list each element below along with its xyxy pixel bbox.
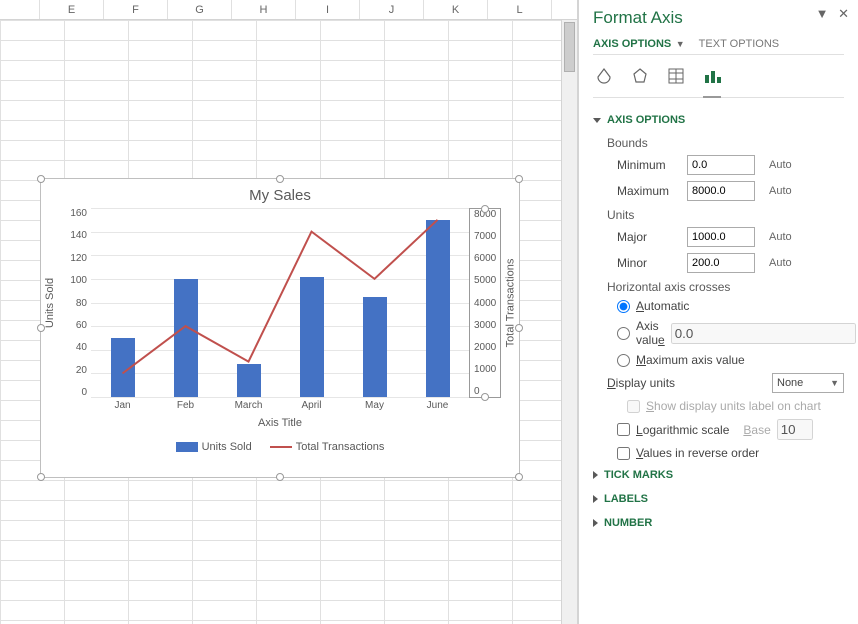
resize-handle[interactable]: [276, 175, 284, 183]
chevron-down-icon: ▼: [830, 378, 839, 388]
reverse-order-checkbox[interactable]: [617, 447, 630, 460]
minimum-label: Minimum: [617, 158, 679, 172]
bar-swatch-icon: [176, 442, 198, 452]
bounds-label: Bounds: [593, 132, 844, 152]
col-header[interactable]: I: [296, 0, 360, 19]
col-header[interactable]: F: [104, 0, 168, 19]
col-header[interactable]: L: [488, 0, 552, 19]
section-number[interactable]: NUMBER: [593, 511, 844, 535]
chart-legend[interactable]: Units Sold Total Transactions: [41, 435, 519, 453]
minor-label: Minor: [617, 256, 679, 270]
x-axis-title[interactable]: Axis Title: [41, 411, 519, 435]
resize-handle[interactable]: [515, 175, 523, 183]
hac-axis-value-radio[interactable]: [617, 327, 630, 340]
major-input[interactable]: [687, 227, 755, 247]
y2-axis-title[interactable]: Total Transactions: [501, 208, 519, 398]
resize-handle[interactable]: [37, 473, 45, 481]
pane-title: Format Axis: [593, 8, 844, 28]
display-units-label: Display units: [607, 376, 697, 390]
chart-title[interactable]: My Sales: [41, 179, 519, 208]
hac-max-radio[interactable]: [617, 354, 630, 367]
show-du-label-checkbox: [627, 400, 640, 413]
y1-axis-title[interactable]: Units Sold: [41, 208, 59, 398]
tab-text-options[interactable]: TEXT OPTIONS: [699, 38, 779, 50]
show-du-label-text: Show display units label on chart: [646, 399, 821, 413]
pane-tabs: AXIS OPTIONS ▼ TEXT OPTIONS: [593, 38, 844, 55]
embedded-chart[interactable]: My Sales Units Sold 16014012010080604020…: [40, 178, 520, 478]
hac-axis-value-label: Axis value: [636, 319, 665, 347]
hac-automatic-label: Automatic: [636, 299, 689, 313]
resize-handle[interactable]: [37, 175, 45, 183]
hac-max-label: Maximum axis value: [636, 353, 745, 367]
fill-line-icon[interactable]: [593, 65, 615, 87]
log-base-input: [777, 419, 813, 440]
reverse-order-label: Values in reverse order: [636, 446, 759, 460]
resize-handle[interactable]: [515, 473, 523, 481]
auto-button[interactable]: Auto: [769, 231, 792, 243]
col-header[interactable]: J: [360, 0, 424, 19]
resize-handle[interactable]: [276, 473, 284, 481]
col-header[interactable]: K: [424, 0, 488, 19]
minimum-input[interactable]: [687, 155, 755, 175]
section-labels[interactable]: LABELS: [593, 487, 844, 511]
legend-item-bars[interactable]: Units Sold: [176, 441, 252, 453]
y2-axis-ticks-selected[interactable]: 800070006000500040003000200010000: [469, 208, 501, 398]
col-header-blank[interactable]: [0, 0, 40, 19]
section-axis-options[interactable]: AXIS OPTIONS: [593, 108, 844, 132]
option-category-icons: [593, 65, 844, 98]
dropdown-icon[interactable]: ▼: [816, 6, 832, 21]
auto-button[interactable]: Auto: [769, 257, 792, 269]
vertical-scrollbar[interactable]: [561, 20, 577, 624]
close-icon[interactable]: ✕: [838, 6, 852, 21]
chevron-down-icon: ▼: [673, 39, 684, 49]
column-headers: E F G H I J K L: [0, 0, 577, 20]
maximum-label: Maximum: [617, 184, 679, 198]
format-axis-pane: ▼ ✕ Format Axis AXIS OPTIONS ▼ TEXT OPTI…: [578, 0, 858, 624]
col-header[interactable]: H: [232, 0, 296, 19]
plot-area[interactable]: [91, 208, 469, 398]
section-tick-marks[interactable]: TICK MARKS: [593, 463, 844, 487]
effects-icon[interactable]: [629, 65, 651, 87]
log-base-label: Base: [743, 423, 770, 437]
size-properties-icon[interactable]: [665, 65, 687, 87]
col-header[interactable]: G: [168, 0, 232, 19]
y1-axis-ticks[interactable]: 160140120100806040200: [59, 208, 91, 398]
legend-item-line[interactable]: Total Transactions: [270, 441, 385, 453]
major-label: Major: [617, 230, 679, 244]
minor-input[interactable]: [687, 253, 755, 273]
line-swatch-icon: [270, 446, 292, 448]
x-axis-ticks[interactable]: JanFebMarchAprilMayJune: [91, 398, 469, 411]
display-units-select[interactable]: None▼: [772, 373, 844, 393]
axis-options-icon[interactable]: [701, 65, 723, 87]
hac-label: Horizontal axis crosses: [593, 276, 844, 296]
maximum-input[interactable]: [687, 181, 755, 201]
hac-automatic-radio[interactable]: [617, 300, 630, 313]
spreadsheet-area[interactable]: E F G H I J K L My Sales Units Sold: [0, 0, 578, 624]
units-label: Units: [593, 204, 844, 224]
auto-button[interactable]: Auto: [769, 159, 792, 171]
logarithmic-label: Logarithmic scale: [636, 423, 729, 437]
auto-button[interactable]: Auto: [769, 185, 792, 197]
logarithmic-checkbox[interactable]: [617, 423, 630, 436]
tab-axis-options[interactable]: AXIS OPTIONS ▼: [593, 38, 685, 50]
hac-axis-value-input: [671, 323, 856, 344]
col-header[interactable]: E: [40, 0, 104, 19]
scrollbar-thumb[interactable]: [564, 22, 575, 72]
pane-controls: ▼ ✕: [816, 6, 852, 22]
